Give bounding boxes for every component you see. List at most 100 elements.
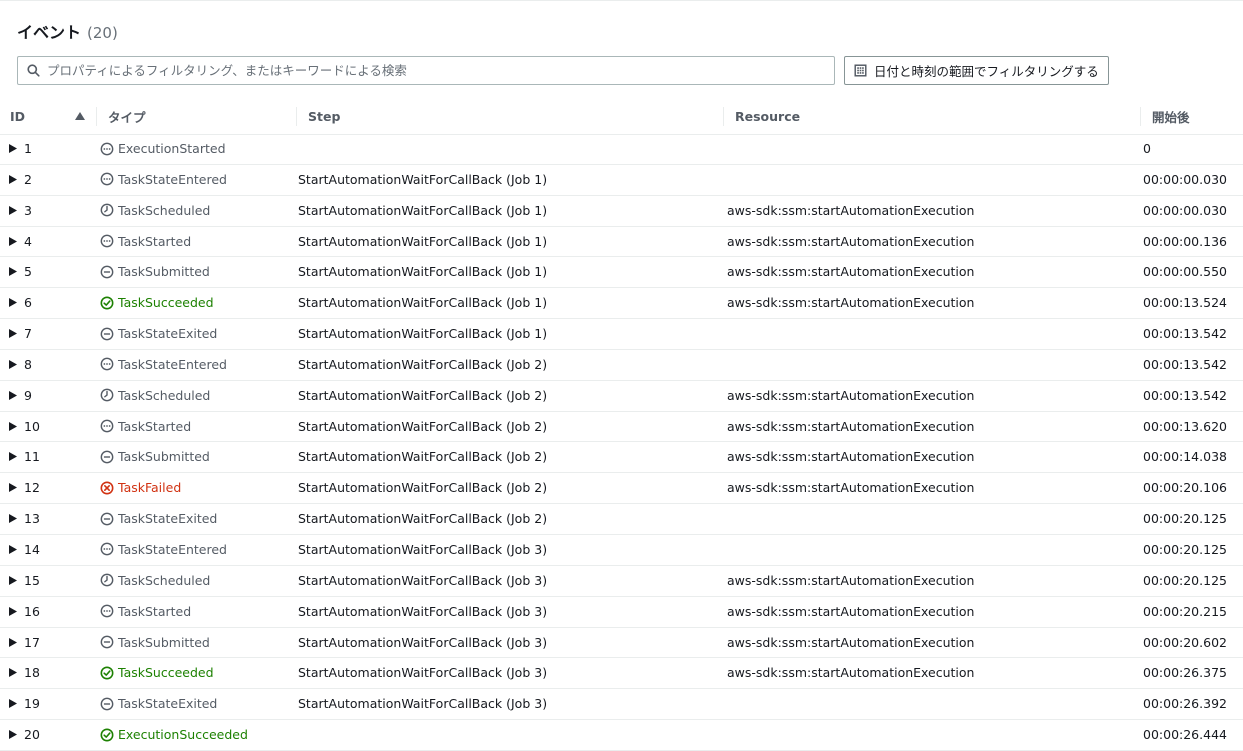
- table-row[interactable]: 5 TaskSubmitted StartAutomationWaitForCall…: [0, 257, 1243, 289]
- event-elapsed: 00:00:26.392: [1143, 696, 1227, 712]
- event-elapsed: 00:00:13.542: [1143, 356, 1227, 372]
- event-type-label: TaskStateExited: [118, 696, 218, 712]
- expand-row-icon[interactable]: [9, 442, 19, 471]
- table-row[interactable]: 11 TaskSubmitted StartAutomationWaitForCal…: [0, 442, 1243, 474]
- event-resource: aws-sdk:ssm:startAutomationExecution: [727, 202, 975, 218]
- event-resource: aws-sdk:ssm:startAutomationExecution: [727, 665, 975, 681]
- table-row[interactable]: 8 TaskStateEntered StartAutomationWaitForC…: [0, 350, 1243, 381]
- table-row[interactable]: 4 TaskStarted StartAutomationWaitForCallBa…: [0, 227, 1243, 258]
- column-header-elapsed[interactable]: 開始後: [1140, 98, 1243, 134]
- expand-row-icon[interactable]: [9, 689, 19, 718]
- event-step: StartAutomationWaitForCallBack (Job 1): [298, 264, 548, 280]
- table-row[interactable]: 10 TaskStarted StartAutomationWaitForCallB…: [0, 412, 1243, 443]
- table-row[interactable]: 18 TaskSucceeded StartAutomationWaitForCal…: [0, 658, 1243, 690]
- event-type: TaskSucceeded: [100, 288, 295, 317]
- date-range-filter-label: 日付と時刻の範囲でフィルタリングする: [874, 64, 1099, 79]
- column-divider[interactable]: [723, 107, 724, 126]
- event-type-label: TaskSubmitted: [118, 264, 210, 280]
- column-header-step-label: Step: [308, 108, 341, 124]
- event-resource: [727, 689, 1137, 718]
- expand-row-icon[interactable]: [9, 134, 19, 163]
- event-id: 5: [24, 264, 32, 280]
- table-row[interactable]: 7 TaskStateExited StartAutomationWaitForCa…: [0, 319, 1243, 350]
- expand-row-icon[interactable]: [9, 504, 19, 533]
- events-panel: イベント (20) 日付と時刻の範囲でフィルタリングする ID: [0, 0, 1243, 751]
- clock-icon: [100, 573, 114, 587]
- event-step: StartAutomationWaitForCallBack (Job 2): [298, 418, 548, 434]
- table-row[interactable]: 13 TaskStateExited StartAutomationWaitForC…: [0, 504, 1243, 535]
- sort-ascending-icon[interactable]: [74, 110, 86, 122]
- column-divider[interactable]: [1140, 107, 1141, 126]
- table-row[interactable]: 2 TaskStateEntered StartAutomationWaitForC…: [0, 165, 1243, 196]
- column-header-step[interactable]: Step: [296, 98, 723, 134]
- event-type-label: TaskSucceeded: [118, 295, 214, 311]
- event-id: 15: [24, 572, 40, 588]
- table-row[interactable]: 14 TaskStateEntered StartAutomationWaitFor…: [0, 535, 1243, 566]
- dots-circle-icon: [100, 172, 114, 186]
- minus-circle-icon: [100, 697, 114, 711]
- expand-row-icon[interactable]: [9, 227, 19, 256]
- table-row[interactable]: 9 TaskScheduled StartAutomationWaitForCall…: [0, 381, 1243, 412]
- expand-row-icon[interactable]: [9, 381, 19, 410]
- check-circle-icon: [100, 296, 114, 310]
- event-type-label: TaskSucceeded: [118, 665, 214, 681]
- expand-row-icon[interactable]: [9, 658, 19, 687]
- table-row[interactable]: 19 TaskStateExited StartAutomationWaitForC…: [0, 689, 1243, 721]
- event-type: TaskStarted: [100, 227, 295, 256]
- expand-row-icon[interactable]: [9, 350, 19, 379]
- event-elapsed: 0: [1143, 141, 1151, 156]
- expand-row-icon[interactable]: [9, 720, 19, 749]
- expand-row-icon[interactable]: [9, 535, 19, 564]
- expand-row-icon[interactable]: [9, 597, 19, 626]
- search-box[interactable]: [17, 56, 835, 85]
- event-resource: aws-sdk:ssm:startAutomationExecution: [727, 264, 975, 280]
- dots-circle-icon: [100, 419, 114, 433]
- event-type: TaskSubmitted: [100, 257, 295, 286]
- expand-row-icon[interactable]: [9, 319, 19, 348]
- column-header-type[interactable]: タイプ: [96, 98, 296, 134]
- dots-circle-icon: [100, 357, 114, 371]
- event-elapsed: 00:00:20.125: [1143, 541, 1227, 557]
- events-table-header: ID タイプ Step Resource 開始後: [0, 98, 1243, 135]
- expand-row-icon[interactable]: [9, 196, 19, 225]
- events-table-body: 1 ExecutionStarted 0 2 TaskStateEntered Start…: [0, 134, 1243, 751]
- column-header-id[interactable]: ID: [10, 98, 96, 134]
- search-input[interactable]: [47, 58, 834, 83]
- expand-row-icon[interactable]: [9, 257, 19, 286]
- event-type: ExecutionSucceeded: [100, 720, 295, 749]
- expand-row-icon[interactable]: [9, 165, 19, 194]
- expand-row-icon[interactable]: [9, 628, 19, 657]
- event-resource: aws-sdk:ssm:startAutomationExecution: [727, 233, 975, 249]
- expand-row-icon[interactable]: [9, 288, 19, 317]
- event-id: 12: [24, 480, 40, 496]
- event-type: TaskStateExited: [100, 689, 295, 718]
- table-row[interactable]: 1 ExecutionStarted 0: [0, 134, 1243, 165]
- event-step: StartAutomationWaitForCallBack (Job 3): [298, 696, 548, 712]
- event-id: 8: [24, 356, 32, 372]
- event-step: [298, 720, 723, 749]
- expand-row-icon[interactable]: [9, 566, 19, 595]
- table-row[interactable]: 20 ExecutionSucceeded 00:00:26.444: [0, 720, 1243, 751]
- event-type: TaskFailed: [100, 473, 295, 502]
- column-divider[interactable]: [96, 107, 97, 126]
- event-type: TaskStateExited: [100, 319, 295, 348]
- expand-row-icon[interactable]: [9, 473, 19, 502]
- column-header-resource-label: Resource: [735, 108, 801, 124]
- event-type-label: TaskStateExited: [118, 511, 218, 527]
- event-step: StartAutomationWaitForCallBack (Job 2): [298, 511, 548, 527]
- column-header-resource[interactable]: Resource: [723, 98, 1140, 134]
- date-range-filter-button[interactable]: 日付と時刻の範囲でフィルタリングする: [844, 56, 1109, 85]
- event-type: TaskStateExited: [100, 504, 295, 533]
- table-row[interactable]: 12 TaskFailed StartAutomationWaitForCallBa…: [0, 473, 1243, 505]
- table-row[interactable]: 15 TaskScheduled StartAutomationWaitForCal…: [0, 566, 1243, 597]
- expand-row-icon[interactable]: [9, 412, 19, 441]
- column-divider[interactable]: [296, 107, 297, 126]
- table-row[interactable]: 17 TaskSubmitted StartAutomationWaitForCal…: [0, 628, 1243, 659]
- dots-circle-icon: [100, 542, 114, 556]
- event-id: 10: [24, 418, 40, 434]
- table-row[interactable]: 6 TaskSucceeded StartAutomationWaitForCall…: [0, 288, 1243, 320]
- table-row[interactable]: 16 TaskStarted StartAutomationWaitForCallB…: [0, 597, 1243, 628]
- event-type: TaskSubmitted: [100, 442, 295, 471]
- event-type-label: TaskStateEntered: [118, 356, 227, 372]
- table-row[interactable]: 3 TaskScheduled StartAutomationWaitForCall…: [0, 196, 1243, 227]
